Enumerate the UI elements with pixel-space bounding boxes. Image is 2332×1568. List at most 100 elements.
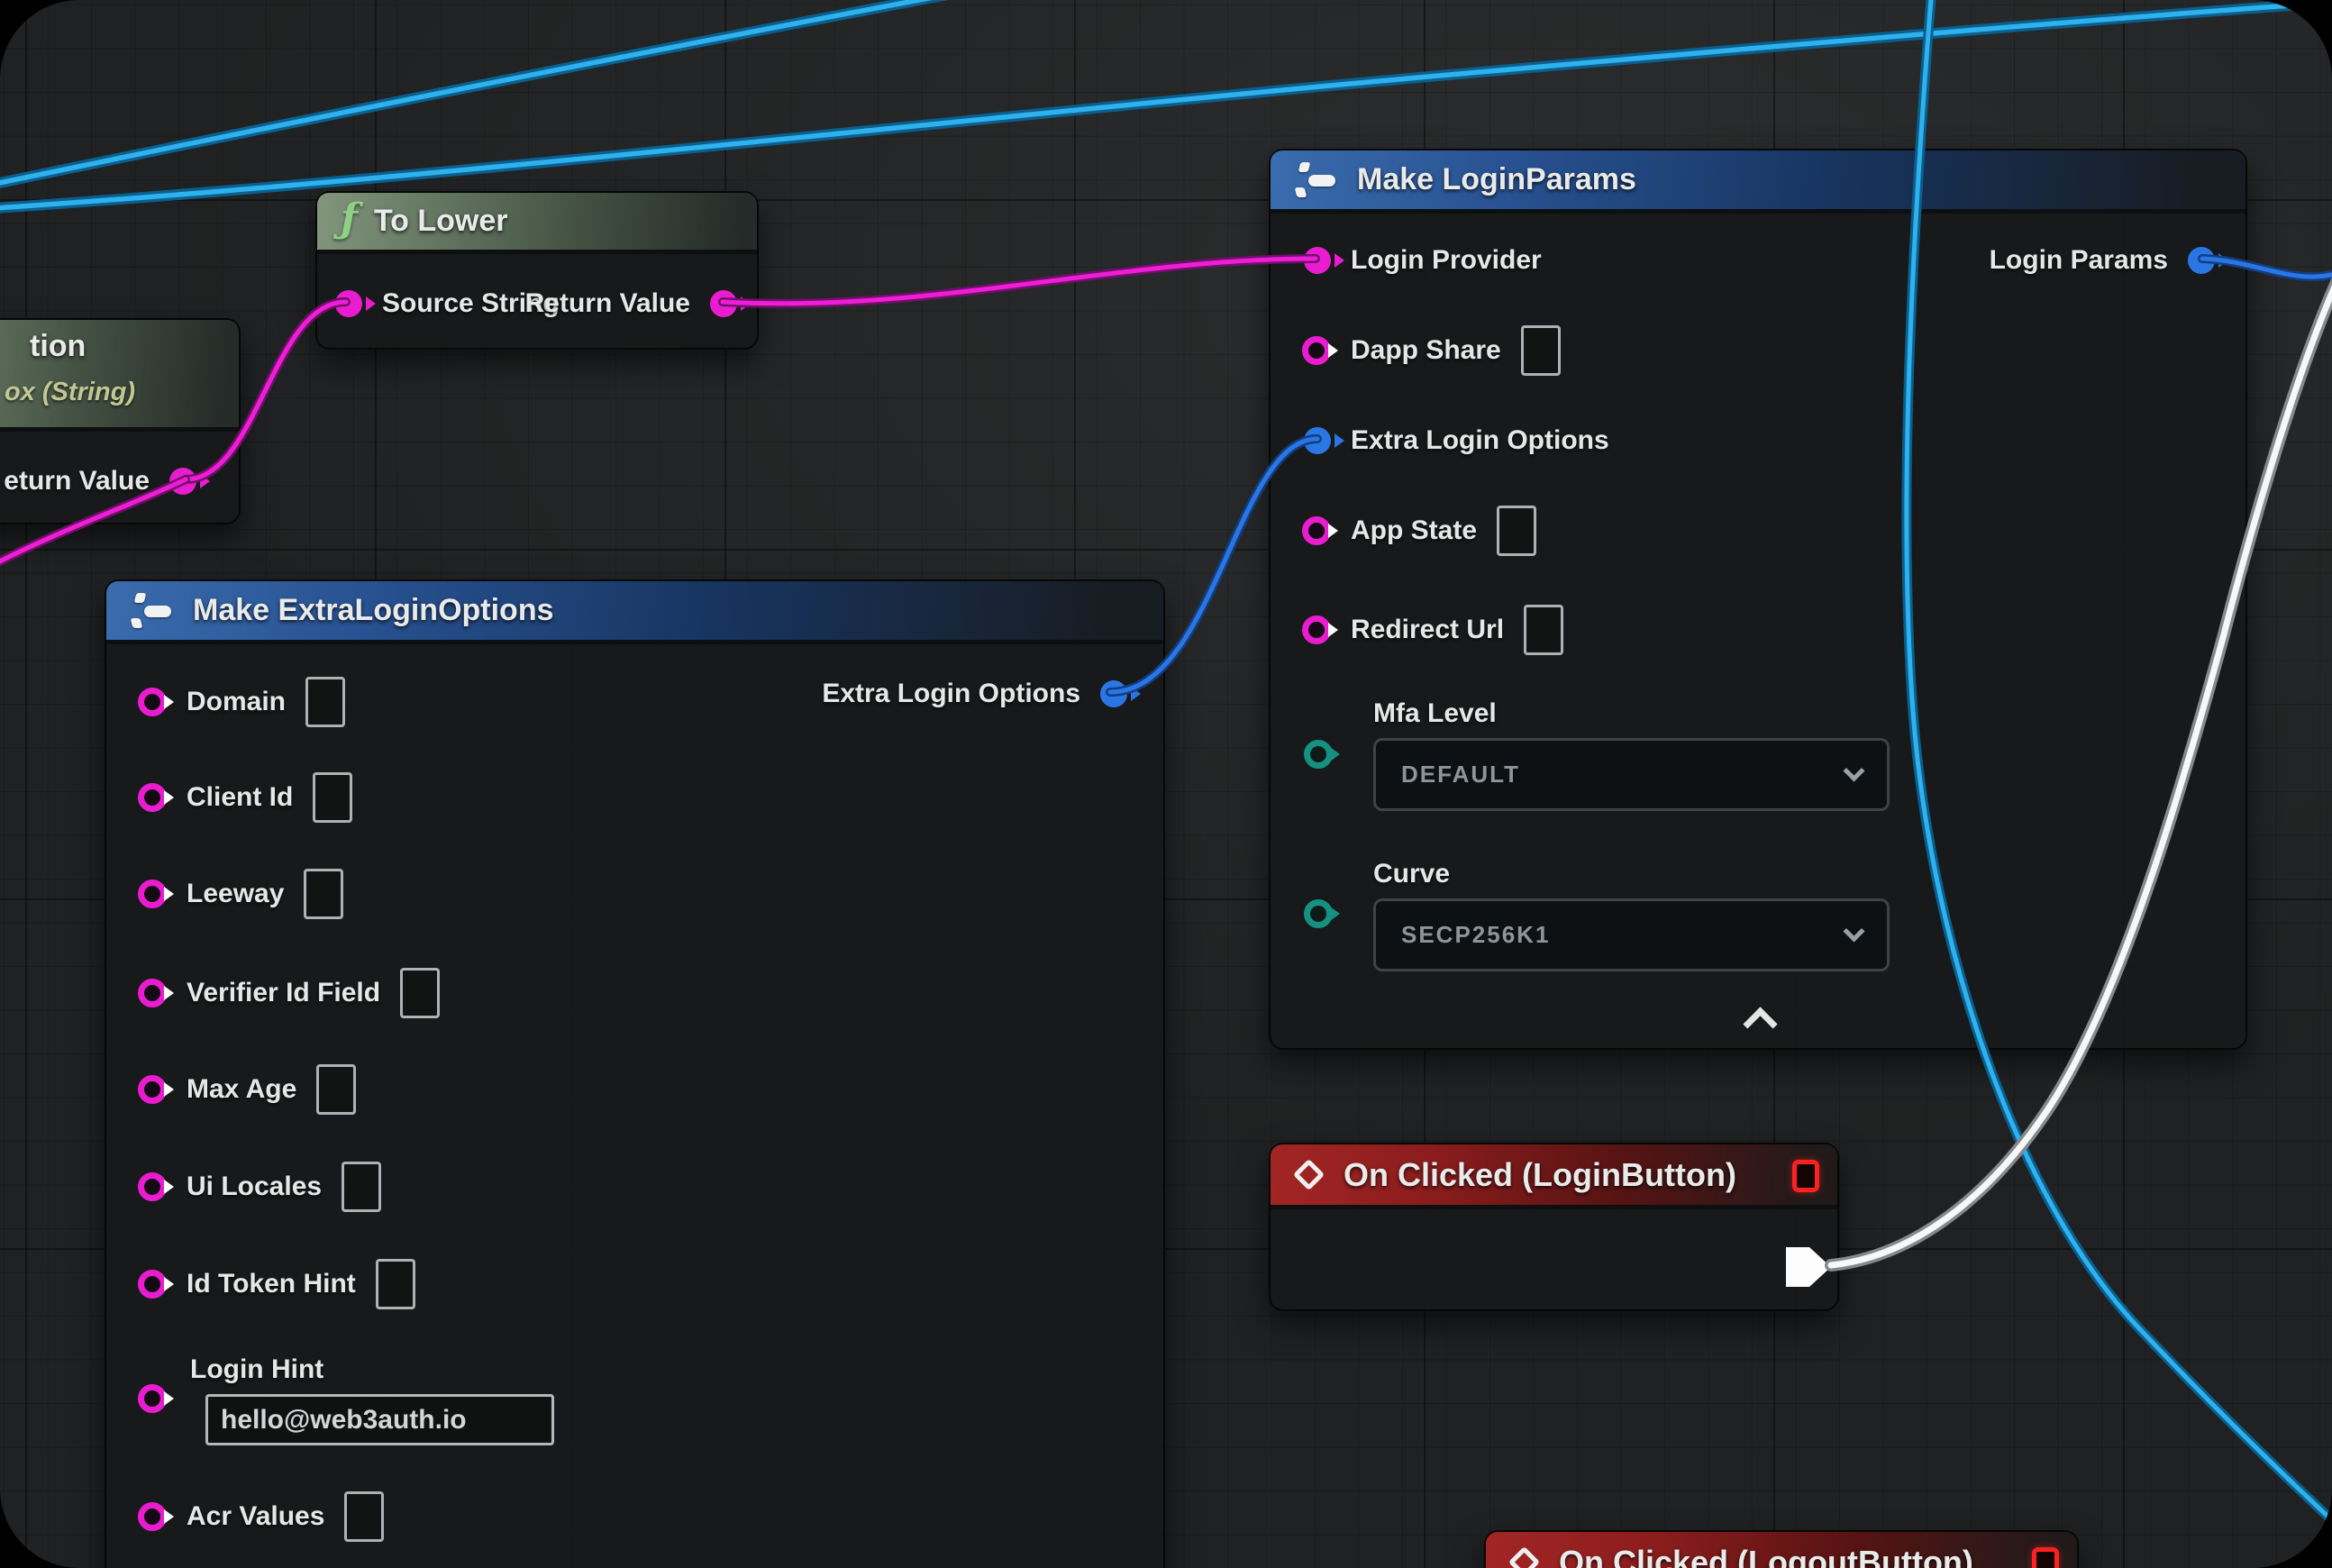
wire-cyan-top-a[interactable] <box>0 0 987 187</box>
string-input-pin[interactable] <box>138 1075 167 1104</box>
string-input-pin[interactable] <box>138 1270 167 1299</box>
string-input-pin[interactable] <box>1304 247 1331 274</box>
pin-label: App State <box>1351 515 1477 546</box>
string-default-field[interactable] <box>304 869 343 919</box>
pin-row-redirect-url: Redirect Url <box>1302 601 1563 659</box>
node-on-clicked-logoutbutton[interactable]: On Clicked (LogoutButton) <box>1484 1530 2079 1568</box>
login-hint-field[interactable] <box>205 1394 554 1445</box>
pin-row-return-value: Return Value <box>525 275 737 333</box>
pin-label: Login Params <box>1990 245 2168 276</box>
node-title: Make ExtraLoginOptions <box>193 593 554 628</box>
struct-output-pin[interactable] <box>2188 247 2215 274</box>
string-default-field[interactable] <box>313 772 352 823</box>
chevron-down-icon <box>1843 760 1864 781</box>
string-default-field[interactable] <box>344 1491 384 1542</box>
event-binding-icon[interactable] <box>1792 1160 1819 1192</box>
string-input-pin[interactable] <box>138 1172 167 1201</box>
pin-row-domain: Domain <box>138 673 345 731</box>
event-binding-icon[interactable] <box>2032 1547 2059 1568</box>
string-default-field[interactable] <box>1521 325 1561 376</box>
pin-row-acr-values: Acr Values <box>138 1488 384 1545</box>
pin-row-ui-locales: Ui Locales <box>138 1158 381 1216</box>
pin-row-verifier-id-field: Verifier Id Field <box>138 964 440 1022</box>
string-default-field[interactable] <box>376 1259 415 1309</box>
pin-label: Leeway <box>187 879 284 909</box>
wire-tolower-to-loginprovider[interactable] <box>723 259 1316 304</box>
mfa-level-dropdown[interactable]: DEFAULT <box>1373 738 1890 811</box>
blueprint-canvas[interactable]: tion ox (String) eturn Value ƒ To Lower … <box>0 0 2332 1568</box>
curve-dropdown[interactable]: SECP256K1 <box>1373 898 1890 971</box>
string-input-pin[interactable] <box>138 1384 167 1413</box>
string-default-field[interactable] <box>1497 506 1536 556</box>
string-default-field[interactable] <box>342 1162 381 1212</box>
string-input-pin[interactable] <box>138 783 167 812</box>
pin-label: Verifier Id Field <box>187 978 380 1008</box>
event-diamond-icon <box>1293 1159 1325 1190</box>
pin-row-login-hint <box>138 1370 167 1427</box>
make-struct-icon <box>1294 160 1341 200</box>
struct-input-pin[interactable] <box>1304 427 1331 454</box>
pin-label: Return Value <box>525 288 690 319</box>
mfa-level-label: Mfa Level <box>1373 698 1497 729</box>
string-input-pin[interactable] <box>1302 336 1331 365</box>
make-struct-icon <box>130 591 177 631</box>
pin-row-max-age: Max Age <box>138 1061 356 1118</box>
pin-label: Ui Locales <box>187 1171 322 1202</box>
enum-input-pin[interactable] <box>1304 740 1333 769</box>
node-header[interactable]: Make ExtraLoginOptions <box>106 581 1163 644</box>
string-default-field[interactable] <box>316 1064 356 1115</box>
node-make-extraloginoptions[interactable]: Make ExtraLoginOptions Extra Login Optio… <box>105 579 1165 1568</box>
pin-label: Login Provider <box>1351 245 1542 276</box>
login-hint-label: Login Hint <box>190 1354 323 1385</box>
exec-output-pin[interactable] <box>1786 1247 1831 1287</box>
pin-label: Acr Values <box>187 1501 324 1532</box>
node-title: On Clicked (LogoutButton) <box>1559 1544 1973 1568</box>
dropdown-value: SECP256K1 <box>1401 921 1550 949</box>
string-input-pin[interactable] <box>1302 615 1331 644</box>
node-title: To Lower <box>374 204 508 239</box>
string-output-pin[interactable] <box>710 290 737 317</box>
string-default-field[interactable] <box>305 677 345 727</box>
node-to-lower[interactable]: ƒ To Lower Source String Return Value <box>315 191 759 350</box>
node-header[interactable]: ƒ To Lower <box>317 193 757 254</box>
pin-row-login-provider: Login Provider <box>1304 232 1542 289</box>
string-default-field[interactable] <box>400 968 440 1018</box>
string-default-field[interactable] <box>1524 605 1563 655</box>
pin-label: Max Age <box>187 1074 296 1105</box>
pin-label: Domain <box>187 687 286 717</box>
node-header[interactable]: Make LoginParams <box>1271 150 2245 214</box>
pin-row-dapp-share: Dapp Share <box>1302 322 1561 379</box>
pin-label: Extra Login Options <box>1351 425 1609 456</box>
enum-input-pin[interactable] <box>1304 899 1333 928</box>
pin-row-return-value: eturn Value <box>4 452 196 510</box>
string-output-pin[interactable] <box>169 468 196 495</box>
node-header[interactable]: On Clicked (LogoutButton) <box>1486 1532 2077 1568</box>
string-input-pin[interactable] <box>138 1502 167 1531</box>
string-input-pin[interactable] <box>138 880 167 908</box>
node-header[interactable]: tion ox (String) <box>0 320 239 432</box>
pin-row-id-token-hint: Id Token Hint <box>138 1255 415 1313</box>
pin-row-extra-login-options-out: Extra Login Options <box>822 665 1127 723</box>
node-title: On Clicked (LoginButton) <box>1344 1156 1736 1194</box>
node-make-loginparams[interactable]: Make LoginParams Login Params Login Prov… <box>1269 149 2247 1050</box>
pin-label: Client Id <box>187 782 293 813</box>
pin-row-app-state: App State <box>1302 502 1536 560</box>
node-header[interactable]: On Clicked (LoginButton) <box>1271 1144 1837 1209</box>
dropdown-value: DEFAULT <box>1401 761 1520 789</box>
string-input-pin[interactable] <box>138 688 167 716</box>
string-input-pin[interactable] <box>138 979 167 1007</box>
node-on-clicked-loginbutton[interactable]: On Clicked (LoginButton) <box>1269 1143 1839 1311</box>
node-left-partial[interactable]: tion ox (String) eturn Value <box>0 318 241 524</box>
pin-label: Dapp Share <box>1351 335 1501 366</box>
struct-output-pin[interactable] <box>1100 680 1127 707</box>
pin-row-mfa-level <box>1304 725 1333 783</box>
string-input-pin[interactable] <box>335 290 362 317</box>
event-diamond-icon <box>1508 1546 1540 1568</box>
string-input-pin[interactable] <box>1302 516 1331 545</box>
node-subtitle: ox (String) <box>5 378 135 407</box>
collapse-chevron-icon[interactable] <box>1744 1007 1777 1030</box>
pin-row-curve <box>1304 885 1333 943</box>
node-title: Make LoginParams <box>1357 162 1636 197</box>
pin-label: Redirect Url <box>1351 615 1504 645</box>
pin-row-extra-login-options-in: Extra Login Options <box>1304 412 1609 469</box>
